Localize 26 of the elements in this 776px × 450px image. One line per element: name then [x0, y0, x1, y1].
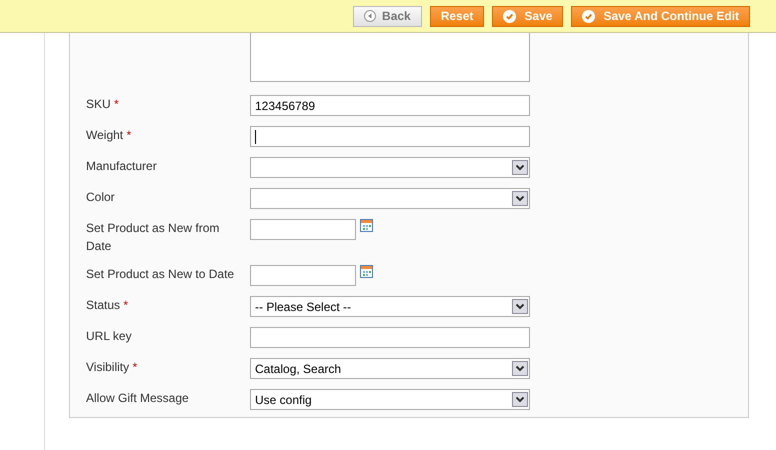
text-field[interactable]	[250, 327, 530, 348]
select-field[interactable]	[250, 188, 530, 209]
calendar-icon[interactable]	[360, 265, 373, 278]
calendar-icon[interactable]	[360, 219, 373, 232]
text-field[interactable]: 123456789	[250, 95, 530, 116]
field-label: Status *	[86, 297, 130, 314]
field-label: URL key	[86, 328, 133, 345]
date-field[interactable]	[250, 219, 356, 240]
field-label: Weight *	[86, 127, 132, 144]
field-label: Allow Gift Message	[86, 390, 190, 407]
field-label: Visibility *	[86, 359, 138, 376]
date-field[interactable]	[250, 265, 356, 286]
check-circle-icon	[582, 10, 596, 22]
select-field[interactable]	[250, 157, 530, 178]
textarea-field[interactable]	[250, 33, 530, 82]
field-label: Color	[86, 189, 116, 206]
field-label: Manufacturer	[86, 158, 158, 175]
text-field[interactable]	[250, 126, 530, 147]
back-button[interactable]: Back	[353, 6, 422, 26]
field-label: Set Product as New from Date	[86, 220, 220, 255]
select-field[interactable]: -- Please Select --	[250, 296, 530, 317]
select-field[interactable]: Use config	[250, 389, 530, 410]
field-label: SKU *	[86, 96, 120, 113]
select-field[interactable]: Catalog, Search	[250, 358, 530, 379]
check-circle-icon	[503, 10, 516, 22]
field-label: Set Product as New to Date	[86, 266, 236, 283]
